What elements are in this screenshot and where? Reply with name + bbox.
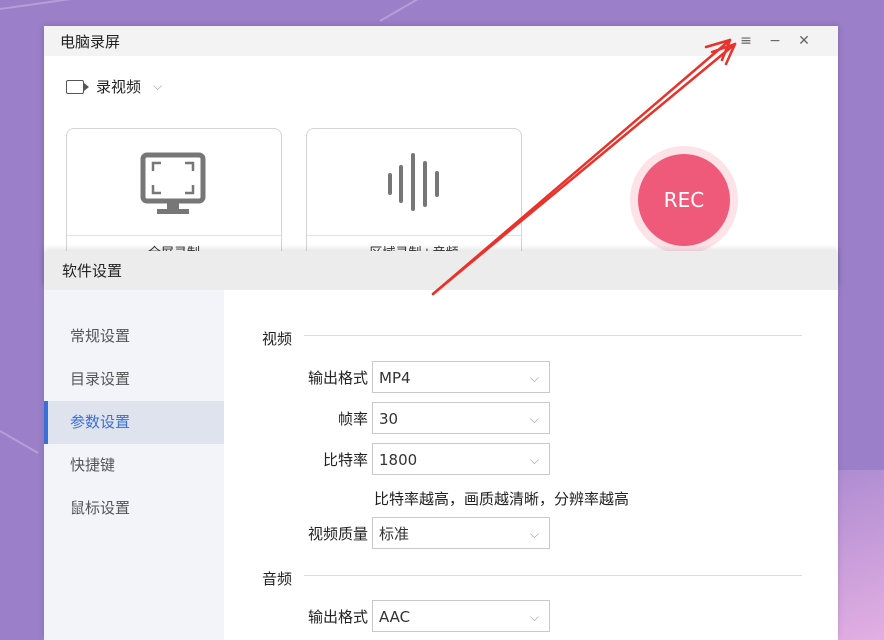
annotation-arrow <box>431 38 737 296</box>
